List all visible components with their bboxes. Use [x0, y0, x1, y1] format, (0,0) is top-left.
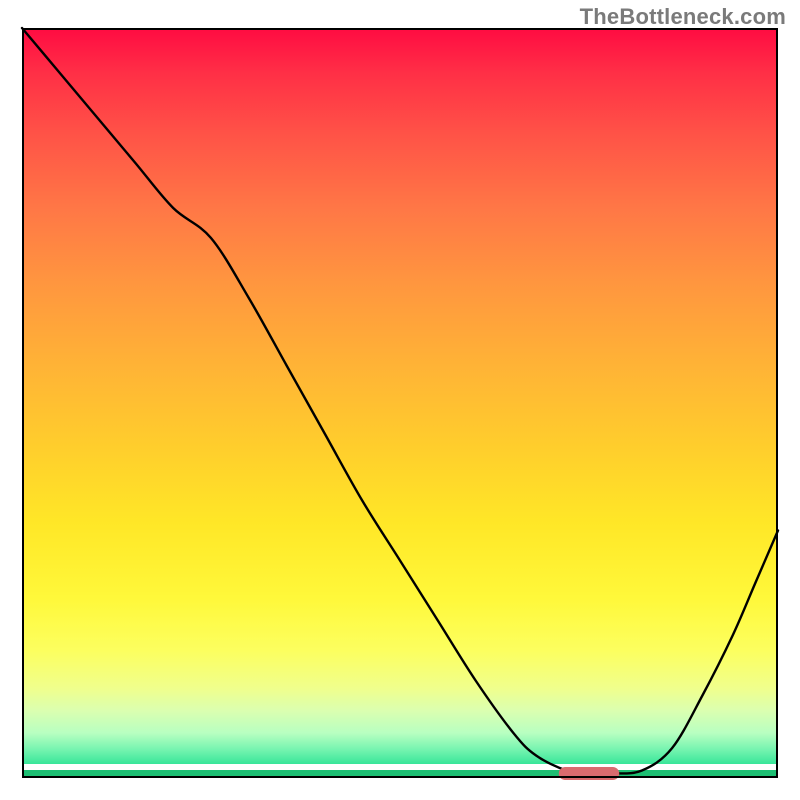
watermark-text: TheBottleneck.com	[580, 4, 786, 30]
optimum-marker	[22, 28, 778, 778]
chart-container: TheBottleneck.com	[0, 0, 800, 800]
marker-pill	[559, 767, 619, 780]
plot-area	[22, 28, 778, 778]
